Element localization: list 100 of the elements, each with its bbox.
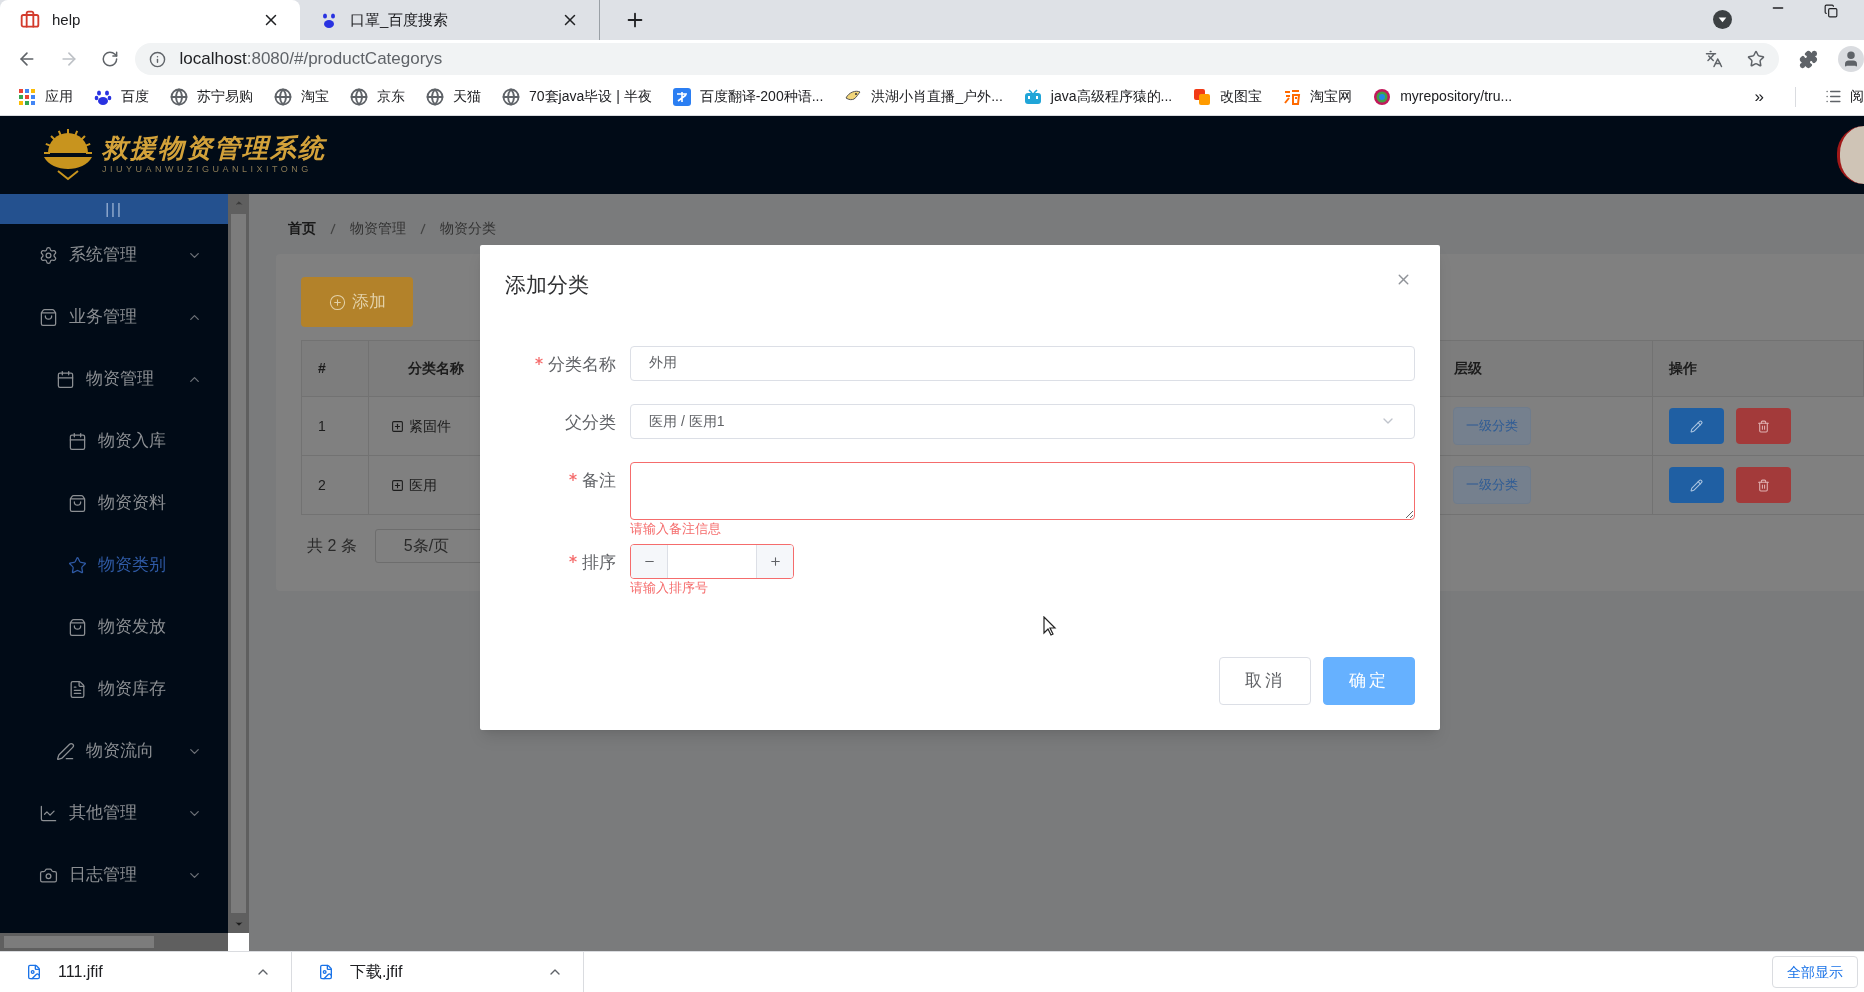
plus-circle-icon xyxy=(328,293,346,311)
bag-icon xyxy=(68,493,87,513)
bookmark[interactable]: myrepository/tru... xyxy=(1373,86,1513,107)
menu-item[interactable]: 日志管理 xyxy=(0,844,228,906)
bookmark[interactable]: 应用 xyxy=(18,86,73,107)
plus-icon[interactable] xyxy=(768,554,782,568)
cursor-icon xyxy=(1043,616,1057,636)
calendar-icon xyxy=(68,431,87,451)
menu-label: 业务管理 xyxy=(69,306,138,329)
scrollbar[interactable] xyxy=(228,194,249,933)
menu-label: 其他管理 xyxy=(69,802,138,825)
horizontal-scrollbar[interactable] xyxy=(0,933,228,951)
menu-item[interactable]: 物资库存 xyxy=(0,658,228,720)
globe-icon xyxy=(170,87,188,106)
bookmark[interactable]: 淘宝 xyxy=(274,86,329,107)
globe-icon xyxy=(274,87,292,106)
bookmark[interactable]: 百度 xyxy=(94,86,149,107)
address-bar[interactable]: localhost:8080/#/productCategorys xyxy=(134,43,1780,75)
tab-title: help xyxy=(52,9,82,30)
reading-list[interactable]: 阅 xyxy=(1817,86,1864,107)
restore-icon[interactable] xyxy=(1824,4,1838,18)
menu-item[interactable]: 业务管理 xyxy=(0,286,228,348)
bookmark[interactable]: java高级程序猿的... xyxy=(1023,86,1173,107)
download-item[interactable]: 下载.jfif xyxy=(292,952,584,992)
gear-icon xyxy=(39,245,58,265)
bookmark[interactable]: 苏宁易购 xyxy=(170,86,253,107)
paw-icon xyxy=(320,11,338,29)
breadcrumb-separator-icon xyxy=(420,222,426,235)
menu-label: 物资流向 xyxy=(86,740,155,763)
url-text: localhost:8080/#/productCategorys xyxy=(179,48,443,71)
table-cell-text: 医用 xyxy=(408,475,437,495)
dialog-title: 添加分类 xyxy=(505,272,589,298)
scroll-down-icon[interactable] xyxy=(233,919,244,929)
tab-title: 口罩_百度搜索 xyxy=(350,9,450,30)
error-message: 请输入备注信息 xyxy=(630,519,722,538)
chart-icon xyxy=(39,803,58,823)
column-header: 分类名称 xyxy=(407,359,464,378)
globe-icon xyxy=(502,87,520,106)
reload-icon[interactable] xyxy=(100,50,119,68)
bookmark[interactable]: 改图宝 xyxy=(1193,86,1263,107)
parent-select[interactable]: 医用 / 医用1 xyxy=(630,403,1415,439)
menu-label: 物资资料 xyxy=(98,492,167,515)
column-header: 操作 xyxy=(1669,359,1698,378)
bookmark[interactable]: 淘宝网 xyxy=(1283,86,1353,107)
download-item[interactable]: 111.jfif xyxy=(0,952,292,992)
menu-item[interactable]: 物资发放 xyxy=(0,596,228,658)
menu-label: 物资发放 xyxy=(98,616,167,639)
bookmark[interactable]: 天猫 xyxy=(426,86,481,107)
translate-icon[interactable] xyxy=(1705,50,1724,68)
number-stepper[interactable] xyxy=(630,543,794,579)
translate-app-icon xyxy=(672,87,691,106)
expand-icon[interactable] xyxy=(390,419,404,433)
logo-title: 救援物资管理系统 xyxy=(102,133,326,164)
calendar-icon xyxy=(56,369,75,389)
bookmark[interactable]: 70套java毕设 | 半夜 xyxy=(502,86,652,107)
pencil-icon xyxy=(1690,478,1704,492)
bag-icon xyxy=(39,307,58,327)
field-label: 父分类 xyxy=(565,411,616,434)
swirl-icon xyxy=(1283,87,1302,106)
globe-icon xyxy=(426,87,444,106)
cancel-button[interactable]: 取消 xyxy=(1219,657,1311,705)
briefcase-icon xyxy=(20,10,40,30)
document-icon xyxy=(68,679,87,699)
bookmark[interactable]: 京东 xyxy=(350,86,405,107)
menu-item[interactable]: 物资入库 xyxy=(0,410,228,472)
menu-item[interactable]: 物资管理 xyxy=(0,348,228,410)
menu-item[interactable]: 物资流向 xyxy=(0,720,228,782)
breadcrumb-separator-icon xyxy=(330,222,336,235)
info-icon xyxy=(148,50,166,68)
ring-logo-icon xyxy=(1373,87,1392,106)
extensions-icon[interactable] xyxy=(1799,49,1819,69)
table-cell-text: 1 xyxy=(318,416,326,436)
trash-icon xyxy=(1757,419,1771,433)
remark-field[interactable] xyxy=(630,461,1415,520)
show-all-button[interactable]: 全部显示 xyxy=(1772,956,1858,988)
bookmarks-more[interactable]: » xyxy=(1754,83,1764,110)
list-icon xyxy=(1825,88,1842,105)
menu-item[interactable]: 物资资料 xyxy=(0,472,228,534)
browser-tab[interactable]: help xyxy=(0,0,300,40)
expand-icon[interactable] xyxy=(390,478,404,492)
bookmark[interactable]: 洪湖小肖直播_户外... xyxy=(844,86,1003,107)
field-label: 备注 xyxy=(582,469,616,492)
menu-label: 物资库存 xyxy=(98,678,167,701)
star-icon[interactable] xyxy=(1747,50,1766,68)
apps-grid-icon xyxy=(18,87,36,106)
menu-label: 物资入库 xyxy=(98,430,167,453)
sidebar-toggle[interactable]: ||| xyxy=(0,194,228,224)
bookmark[interactable]: 百度翻译-200种语... xyxy=(672,86,824,107)
dropdown-circle-icon[interactable] xyxy=(1713,10,1732,29)
user-avatar[interactable] xyxy=(1837,126,1864,184)
table-cell-text: 紧固件 xyxy=(408,416,451,436)
total-count: 共 2 条 xyxy=(307,536,357,556)
profile-avatar[interactable] xyxy=(1838,46,1864,72)
bag-icon xyxy=(68,617,87,637)
menu-item[interactable]: 系统管理 xyxy=(0,224,228,286)
column-header: # xyxy=(318,359,326,378)
breadcrumb-item[interactable]: 首页 xyxy=(288,218,316,239)
name-field[interactable]: 外用 xyxy=(630,345,1415,381)
field-label: 分类名称 xyxy=(548,353,616,376)
menu-item[interactable]: 其他管理 xyxy=(0,782,228,844)
